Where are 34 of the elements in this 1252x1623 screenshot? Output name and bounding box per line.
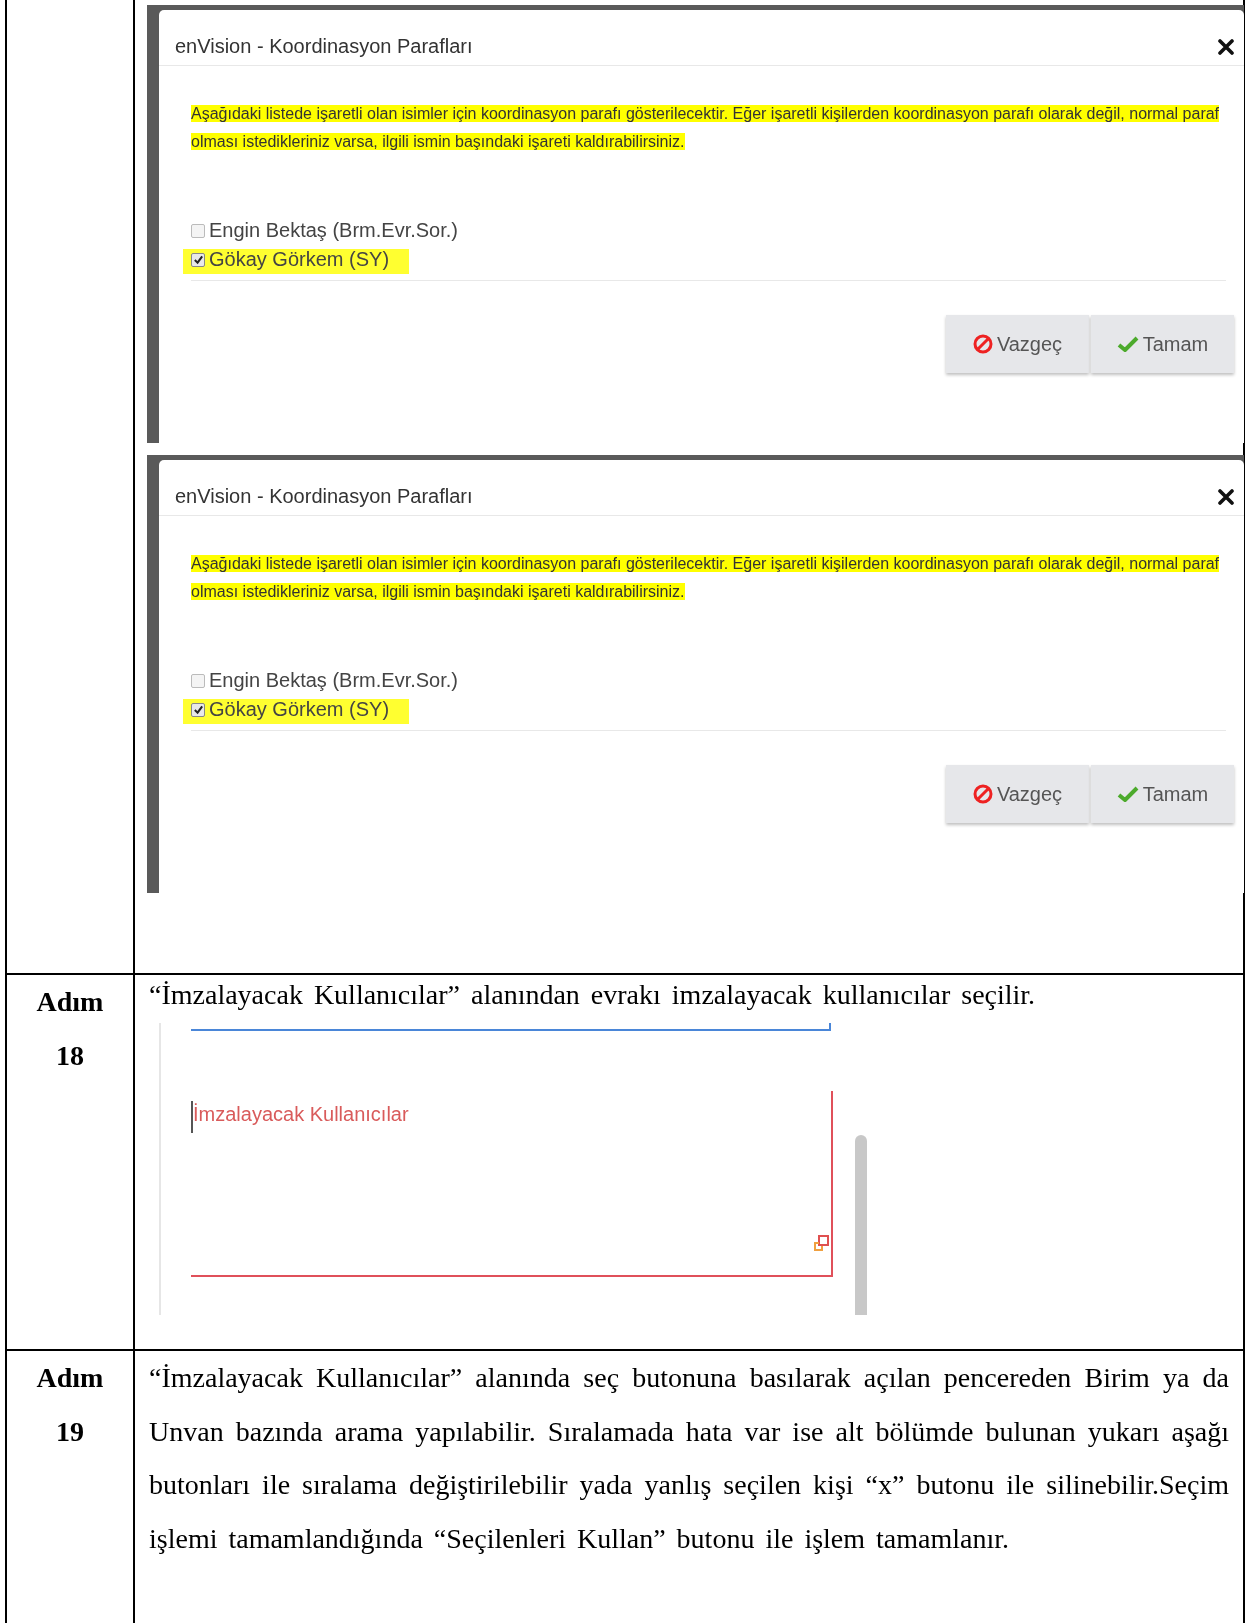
person-name: Engin Bektaş (Brm.Evr.Sor.) [209,218,458,243]
notice-text: Aşağıdaki listede işaretli olan isimler için koordinasyon parafı gösterilecektir. Eğer işaretli kişilerden koordinasyon parafı olarak değil, normal paraf olması istedikleriniz varsa, ilgili ismin başındaki işareti kaldırabilirsiniz. [191,104,1221,152]
field-label: İmzalayacak Kullanıcılar [193,1103,409,1126]
dialog-button[interactable]: Tamam [1091,765,1234,823]
person-checkbox-row[interactable]: Engin Bektaş (Brm.Evr.Sor.) [183,666,478,695]
close-icon[interactable] [1218,38,1234,55]
step-description: “İmzalayacak Kullanıcılar” alanında seç butonuna basılarak açılan pencereden Birim ya da Unvan bazında arama yapılabilir. Sıralamada hata var ise alt bölümde bulunan yukarı aşağı butonları ile sıralama değiştirilebilir yada yanlış seçilen kişi “x” butonu ile silinebilir.Seçim işlemi tamamlandığında “Seçilenleri Kullan” butonu ile işlem tamamlanır. [148,1361,1230,1556]
cancel-icon [972,334,993,354]
checkbox[interactable] [191,223,205,238]
check-icon [1116,785,1139,803]
person-name: Gökay Görkem (SY) [209,697,390,722]
dialog-button[interactable]: Vazgeç [946,765,1089,823]
person-name: Gökay Görkem (SY) [209,247,390,272]
step-number: 18 [56,1039,84,1073]
dialog-button[interactable]: Vazgeç [946,315,1089,373]
person-checkbox-row[interactable]: Engin Bektaş (Brm.Evr.Sor.) [183,216,478,245]
scrollbar[interactable] [855,1135,867,1315]
dialog-button[interactable]: Tamam [1091,315,1234,373]
person-name: Engin Bektaş (Brm.Evr.Sor.) [209,668,458,693]
dialog-title: enVision - Koordinasyon Parafları [175,35,473,58]
notice-text: Aşağıdaki listede işaretli olan isimler için koordinasyon parafı gösterilecektir. Eğer işaretli kişilerden koordinasyon parafı olarak değil, normal paraf olması istedikleriniz varsa, ilgili ismin başındaki işareti kaldırabilirsiniz. [191,554,1221,602]
step-label: Adım [36,985,104,1019]
step-description: “İmzalayacak Kullanıcılar” alanından evrakı imzalayacak kullanıcılar seçilir. [148,978,1037,1012]
checkbox[interactable] [191,702,205,717]
step-label: Adım [36,1361,104,1395]
step-number: 19 [56,1415,84,1449]
check-icon [1116,335,1139,353]
signers-field[interactable]: İmzalayacak Kullanıcılar [191,1091,833,1277]
resize-icon[interactable] [811,1233,831,1253]
checkbox[interactable] [191,252,205,267]
close-icon[interactable] [1218,488,1234,505]
dialog-title: enVision - Koordinasyon Parafları [175,485,473,508]
cancel-icon [972,784,993,804]
checkbox[interactable] [191,673,205,688]
